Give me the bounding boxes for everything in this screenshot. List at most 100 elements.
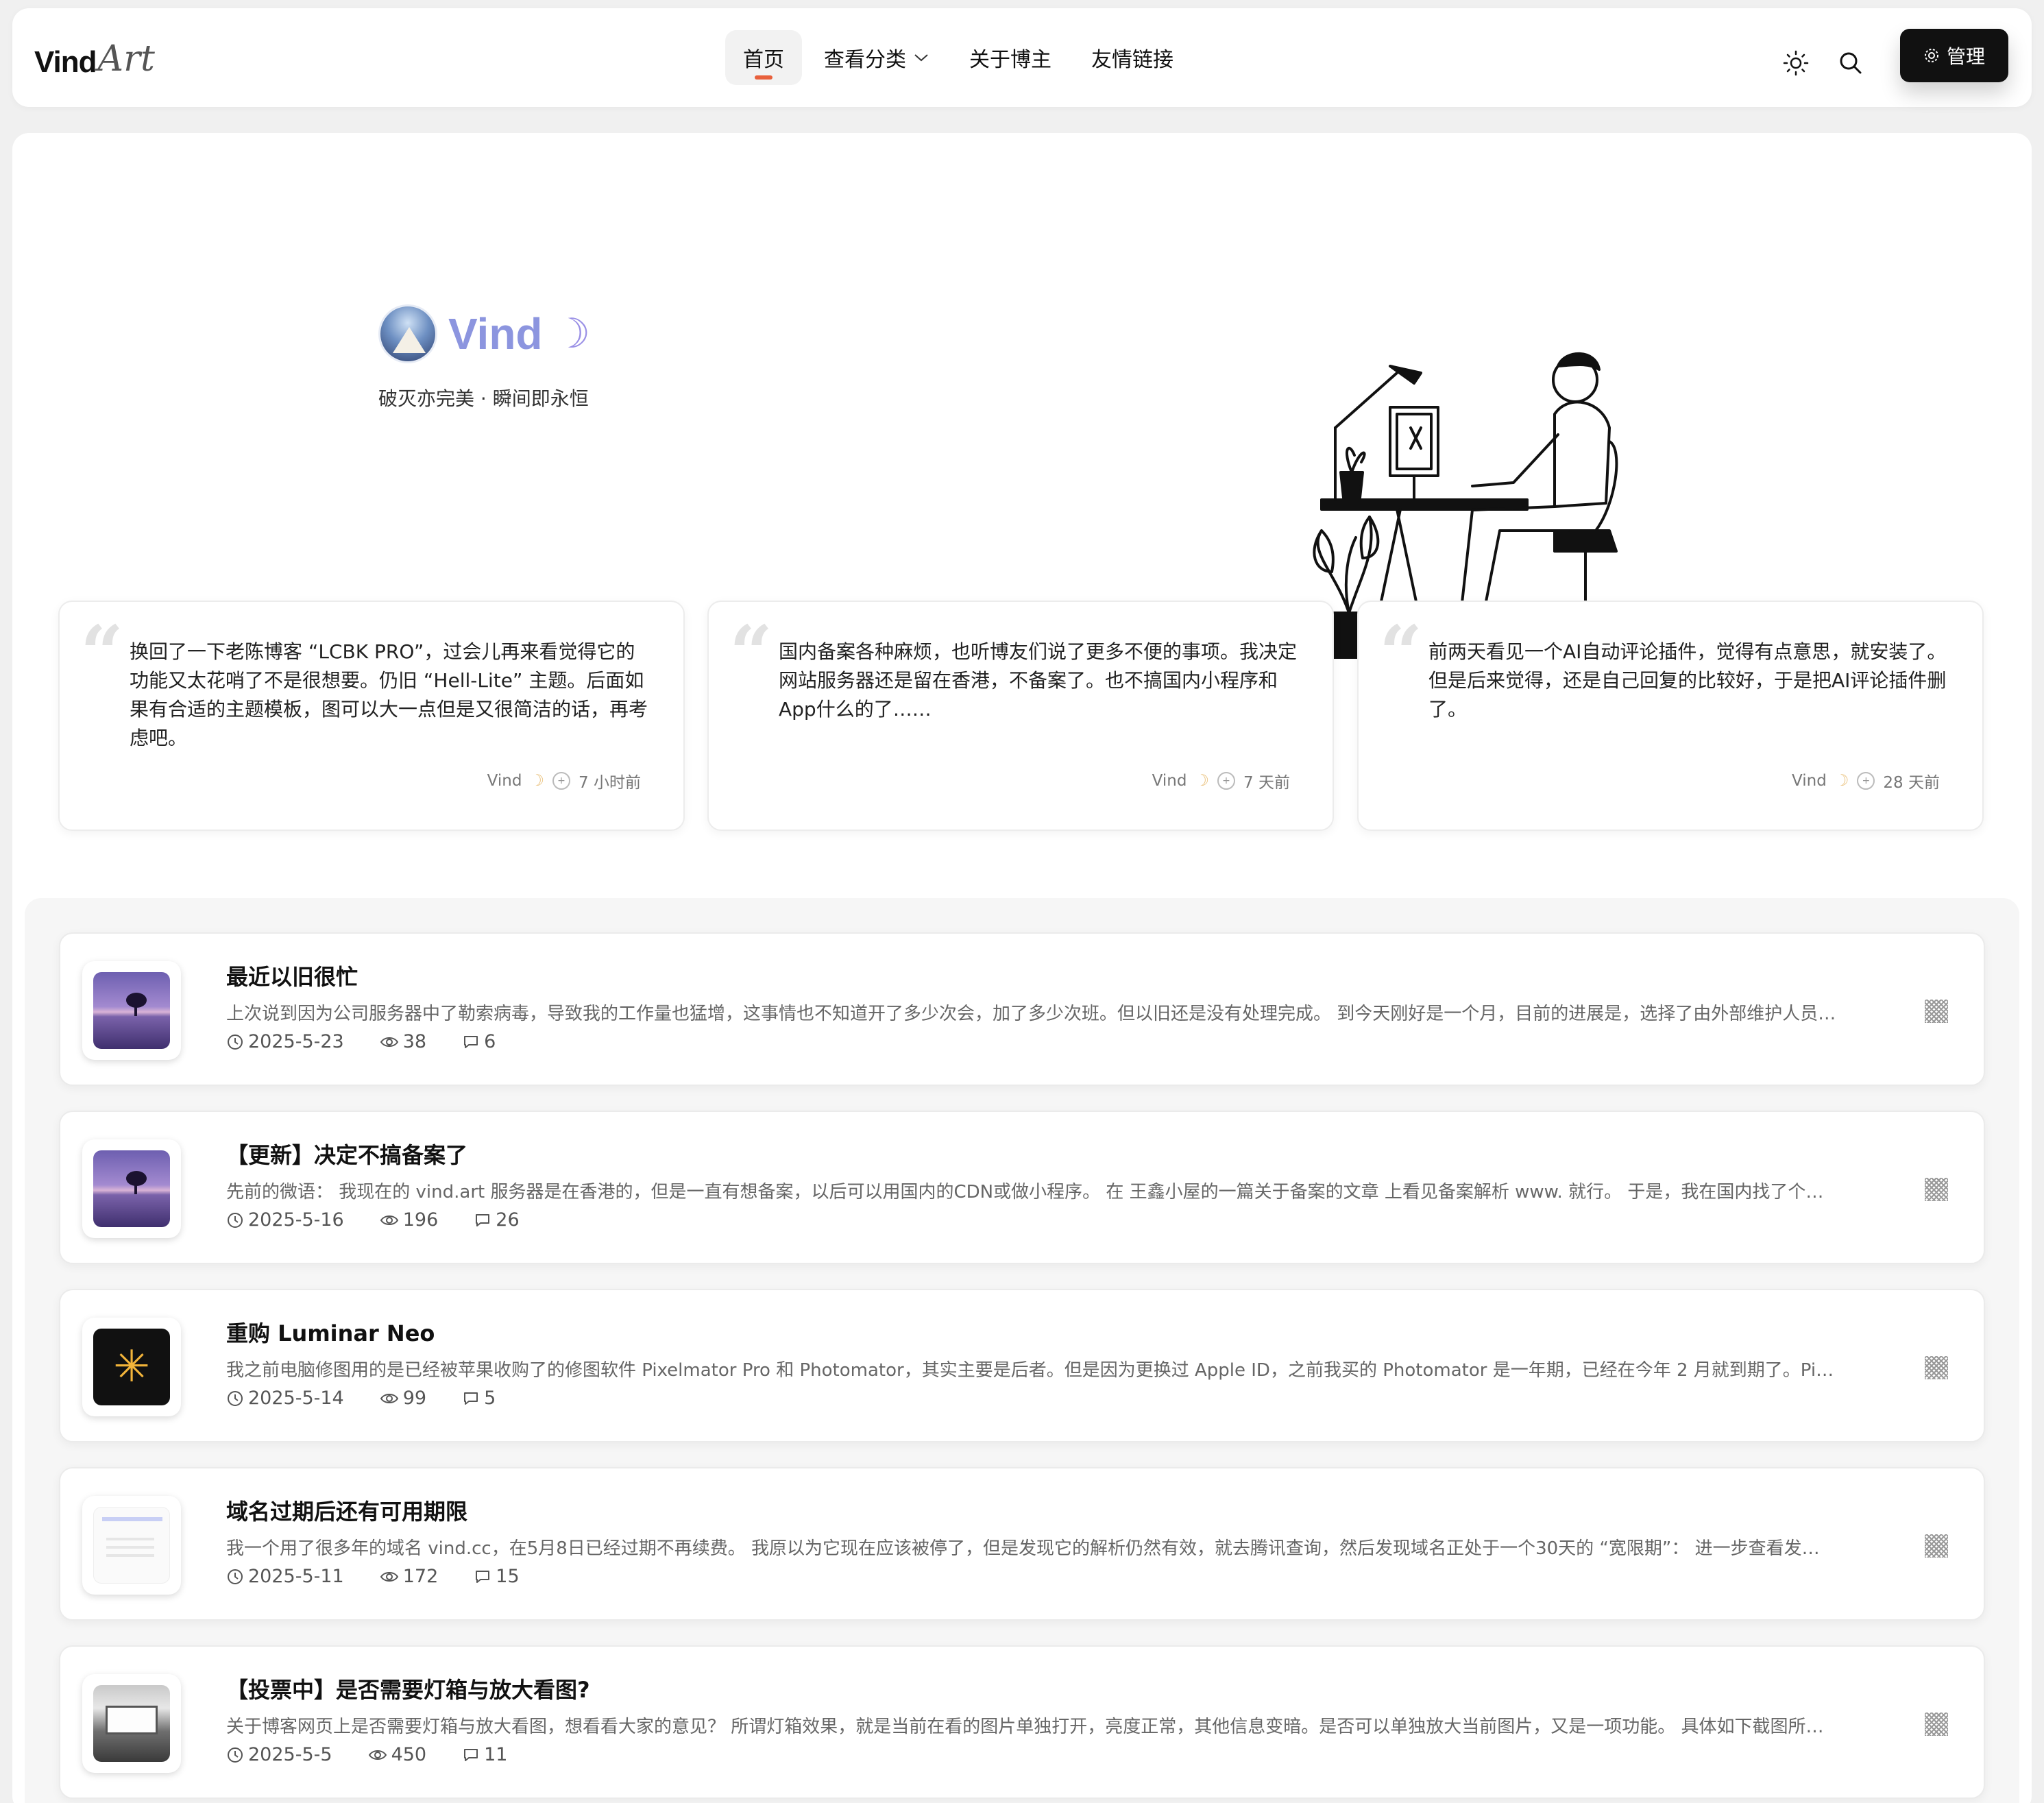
luminar-logo-icon: ✳: [113, 1342, 150, 1392]
qr-code-icon[interactable]: [1925, 1534, 1948, 1558]
date-text: 2025-5-14: [248, 1388, 344, 1409]
quote-meta: Vind ☽ + 7 天前: [1152, 769, 1290, 792]
moon-icon: ☽: [553, 310, 591, 358]
quote-card[interactable]: “ 前两天看见一个AI自动评论插件，觉得有点意思，就安装了。 但是后来觉得，还是…: [1357, 601, 1984, 831]
post-title[interactable]: 域名过期后还有可用期限: [226, 1495, 467, 1526]
add-icon: +: [1857, 772, 1875, 790]
date-text: 2025-5-16: [248, 1209, 344, 1231]
post-views: 38: [380, 1031, 426, 1052]
post-excerpt: 我之前电脑修图用的是已经被苹果收购了的修图软件 Pixelmator Pro 和…: [226, 1360, 1837, 1381]
views-text: 196: [402, 1209, 439, 1231]
post-excerpt: 关于博客网页上是否需要灯箱与放大看图，想看看大家的意见？ 所谓灯箱效果，就是当前…: [226, 1717, 1837, 1737]
qr-code-icon[interactable]: [1925, 1356, 1948, 1379]
post-card[interactable]: 【投票中】是否需要灯箱与放大看图? 关于博客网页上是否需要灯箱与放大看图，想看看…: [59, 1645, 1985, 1799]
post-excerpt: 先前的微语： 我现在的 vind.art 服务器是在香港的，但是一直有想备案，以…: [226, 1182, 1837, 1202]
search-icon[interactable]: [1836, 48, 1866, 78]
quote-mark-icon: “: [1379, 609, 1423, 697]
comment-icon: [464, 1392, 478, 1405]
moon-icon: ☽: [530, 772, 545, 790]
post-thumbnail[interactable]: [82, 1674, 181, 1773]
post-meta: 2025-5-11 172 15: [226, 1566, 520, 1587]
thumbnail-image: [93, 1685, 170, 1762]
nav-item-links[interactable]: 友情链接: [1073, 30, 1191, 85]
admin-label: 管理: [1946, 45, 1985, 68]
comments-text: 15: [496, 1566, 520, 1587]
quote-author: Vind: [487, 772, 522, 790]
quote-mark-icon: “: [729, 609, 773, 697]
qr-code-icon[interactable]: [1925, 1178, 1948, 1201]
clock-icon: [228, 1212, 243, 1228]
quote-card[interactable]: “ 换回了一下老陈博客 “LCBK PRO”，过会儿再来看觉得它的功能又太花哨了…: [58, 601, 685, 831]
post-date: 2025-5-11: [226, 1566, 344, 1587]
nav-item-categories[interactable]: 查看分类: [806, 30, 947, 85]
post-comments: 11: [462, 1744, 507, 1765]
comments-text: 6: [484, 1031, 496, 1052]
nav-label: 首页: [743, 48, 784, 72]
comments-text: 5: [484, 1388, 496, 1409]
post-date: 2025-5-16: [226, 1209, 344, 1231]
nav-item-home[interactable]: 首页: [725, 30, 802, 85]
profile-motto: 破灭亦完美 · 瞬间即永恒: [378, 387, 589, 410]
post-title[interactable]: 重购 Luminar Neo: [226, 1316, 435, 1348]
nav-label: 关于博主: [969, 48, 1051, 72]
post-thumbnail[interactable]: [82, 961, 181, 1060]
moon-icon: ☽: [1834, 772, 1849, 790]
post-card[interactable]: 【更新】决定不搞备案了 先前的微语： 我现在的 vind.art 服务器是在香港…: [59, 1111, 1985, 1264]
post-excerpt: 我一个用了很多年的域名 vind.cc，在5月8日已经过期不再续费。 我原以为它…: [226, 1538, 1837, 1559]
post-title[interactable]: 【投票中】是否需要灯箱与放大看图?: [226, 1673, 590, 1704]
quote-mark-icon: “: [80, 609, 124, 697]
post-meta: 2025-5-16 196 26: [226, 1209, 520, 1231]
nav-label: 友情链接: [1091, 48, 1173, 72]
post-title[interactable]: 最近以旧很忙: [226, 960, 358, 991]
comment-icon: [476, 1570, 490, 1583]
eye-icon: [380, 1215, 398, 1225]
main-panel: Vind ☽ 破灭亦完美 · 瞬间即永恒 “ 换回了一下老陈博客 “LCBK P…: [12, 133, 2032, 1803]
eye-icon: [380, 1571, 398, 1582]
logo-main-text: Vind: [34, 45, 97, 79]
sun-icon[interactable]: [1781, 48, 1811, 78]
qr-code-icon[interactable]: [1925, 1713, 1948, 1736]
add-icon: +: [552, 772, 571, 790]
profile-block: Vind ☽ 破灭亦完美 · 瞬间即永恒: [378, 304, 590, 411]
thumbnail-image: [93, 972, 170, 1049]
post-card[interactable]: ✳ 重购 Luminar Neo 我之前电脑修图用的是已经被苹果收购了的修图软件…: [59, 1289, 1985, 1442]
quote-time: 28 天前: [1883, 774, 1940, 792]
clock-icon: [228, 1747, 243, 1763]
post-meta: 2025-5-23 38 6: [226, 1031, 496, 1052]
top-header: Vind Art 首页 查看分类 关于博主 友情链接 管理: [12, 8, 2032, 107]
views-text: 450: [391, 1744, 427, 1765]
quote-text: 前两天看见一个AI自动评论插件，觉得有点意思，就安装了。 但是后来觉得，还是自己…: [1428, 640, 1947, 721]
post-comments: 15: [474, 1566, 520, 1587]
views-text: 99: [402, 1388, 427, 1409]
thumbnail-image: [93, 1150, 170, 1227]
add-icon: +: [1217, 772, 1236, 790]
nav-item-about[interactable]: 关于博主: [951, 30, 1069, 85]
admin-button[interactable]: 管理: [1900, 29, 2008, 82]
post-title[interactable]: 【更新】决定不搞备案了: [226, 1138, 467, 1170]
post-card[interactable]: 域名过期后还有可用期限 我一个用了很多年的域名 vind.cc，在5月8日已经过…: [59, 1467, 1985, 1621]
avatar[interactable]: [378, 304, 437, 363]
post-card[interactable]: 最近以旧很忙 上次说到因为公司服务器中了勒索病毒，导致我的工作量也猛增，这事情也…: [59, 932, 1985, 1086]
quote-text: 国内备案各种麻烦，也听博友们说了更多不便的事项。我决定网站服务器还是留在香港，不…: [779, 640, 1298, 721]
post-thumbnail[interactable]: ✳: [82, 1318, 181, 1416]
post-comments: 26: [474, 1209, 520, 1231]
site-logo[interactable]: Vind Art: [34, 38, 155, 80]
profile-name: Vind: [448, 309, 543, 359]
date-text: 2025-5-23: [248, 1031, 344, 1052]
post-views: 99: [380, 1388, 426, 1409]
eye-icon: [368, 1750, 387, 1760]
post-thumbnail[interactable]: [82, 1496, 181, 1595]
quote-meta: Vind ☽ + 28 天前: [1792, 769, 1940, 792]
clock-icon: [228, 1034, 243, 1050]
qr-code-icon[interactable]: [1925, 1000, 1948, 1023]
quote-meta: Vind ☽ + 7 小时前: [487, 769, 641, 792]
post-meta: 2025-5-14 99 5: [226, 1388, 496, 1409]
post-views: 196: [380, 1209, 439, 1231]
clock-icon: [228, 1569, 243, 1584]
post-thumbnail[interactable]: [82, 1139, 181, 1238]
eye-icon: [380, 1037, 398, 1047]
comments-text: 26: [496, 1209, 520, 1231]
post-list: 最近以旧很忙 上次说到因为公司服务器中了勒索病毒，导致我的工作量也猛增，这事情也…: [25, 898, 2019, 1803]
post-date: 2025-5-5: [226, 1744, 332, 1765]
quote-card[interactable]: “ 国内备案各种麻烦，也听博友们说了更多不便的事项。我决定网站服务器还是留在香港…: [707, 601, 1334, 831]
